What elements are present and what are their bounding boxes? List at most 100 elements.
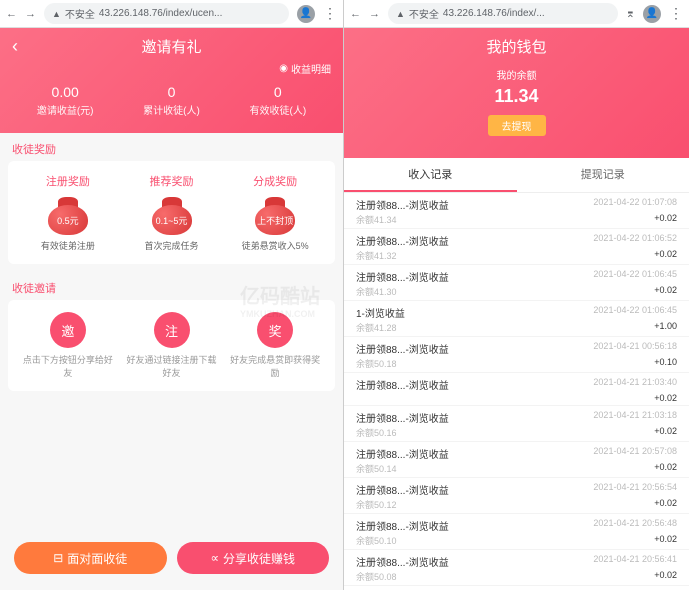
reward-title: 注册奖励 [16,173,120,189]
record-title: 注册领88...-浏览收益 [356,197,449,212]
step-desc: 好友完成悬赏即获得奖励 [227,354,323,379]
translate-icon[interactable]: ⌆ [626,7,635,20]
record-title: 注册领88...-浏览收益 [356,446,449,461]
page-title: 我的钱包 [376,36,657,57]
stat-valid: 0 有效收徒(人) [225,84,331,117]
browser-bar: ← → ▲ 不安全 43.226.148.76/index/... ⌆ 👤 ⋮ [344,0,689,28]
menu-icon[interactable]: ⋮ [669,5,683,22]
record-title: 注册领88...-浏览收益 [356,554,449,569]
record-amount: +0.02 [654,498,677,511]
record-sub: 余额50.16 [356,426,397,439]
money-bag-icon: 0.1~5元 [148,195,196,235]
record-title: 1-浏览收益 [356,305,405,320]
invite-header: ‹ 邀请有礼 ◉ 收益明细 0.00 邀请收益(元) 0 累计收徒(人) 0 有… [0,28,343,133]
record-amount: +0.02 [654,393,677,403]
record-sub: 余额50.10 [356,534,397,547]
record-sub: 余额41.28 [356,321,397,334]
record-item[interactable]: 注册领88...-浏览收益2021-04-22 01:07:08余额41.34+… [344,193,689,229]
reward-item: 分成奖励上不封顶徒弟悬赏收入5% [223,173,327,252]
insecure-label: 不安全 [65,6,95,21]
left-phone: ← → ▲ 不安全 43.226.148.76/index/ucen... 👤 … [0,0,344,590]
record-time: 2021-04-21 20:56:41 [593,554,677,569]
record-item[interactable]: 注册领88...-浏览收益2021-04-21 21:03:18余额50.16+… [344,406,689,442]
record-sub: 余额50.14 [356,462,397,475]
share-icon: ∝ [210,551,219,565]
record-item[interactable]: 注册领88...-浏览收益2021-04-21 20:56:48余额50.10+… [344,514,689,550]
record-amount: +1.00 [654,321,677,334]
record-sub: 余额41.32 [356,249,397,262]
page-back-icon[interactable]: ‹ [12,36,32,57]
menu-icon[interactable]: ⋮ [323,5,337,22]
record-sub: 余额50.18 [356,357,397,370]
tab-withdraw[interactable]: 提现记录 [517,158,689,192]
avatar-icon[interactable]: 👤 [297,5,315,23]
url-text: 43.226.148.76/index/... [443,8,545,19]
invite-card: 邀点击下方按钮分享给好友注好友通过链接注册下载好友奖好友完成悬赏即获得奖励 [8,300,335,391]
tab-income[interactable]: 收入记录 [344,158,517,192]
avatar-icon[interactable]: 👤 [643,5,661,23]
record-amount: +0.10 [654,357,677,370]
face-to-face-button[interactable]: ⊟ 面对面收徒 [14,542,167,574]
withdraw-button[interactable]: 去提现 [488,115,546,136]
record-item[interactable]: 注册领88...-浏览收益 2021-04-21 20:57:08 余额50.14 +… [344,442,689,478]
record-amount: +0.02 [654,534,677,547]
insecure-label: 不安全 [409,6,439,21]
record-amount: +0.02 [654,570,677,583]
record-time: 2021-04-21 20:56:54 [593,482,677,497]
reward-desc: 首次完成任务 [120,239,224,252]
record-amount: +0.02 [654,426,677,439]
record-item[interactable]: 注册领88...-浏览收益2021-04-21 00:56:18余额50.18+… [344,337,689,373]
reward-item: 推荐奖励0.1~5元首次完成任务 [120,173,224,252]
back-arrow[interactable]: ← [6,8,17,20]
record-time: 2021-04-22 01:06:52 [593,233,677,248]
record-list: 注册领88...-浏览收益2021-04-22 01:07:08余额41.34+… [344,193,689,590]
record-item[interactable]: 注册领88...-浏览收益2021-04-21 20:56:34余额50.06+… [344,586,689,590]
reward-card: 注册奖励0.5元有效徒弟注册推荐奖励0.1~5元首次完成任务分成奖励上不封顶徒弟… [8,161,335,264]
balance-value: 11.34 [356,86,677,107]
step-circle: 奖 [257,312,293,348]
url-text: 43.226.148.76/index/ucen... [99,8,222,19]
reward-title: 分成奖励 [223,173,327,189]
reward-desc: 有效徒弟注册 [16,239,120,252]
stat-income: 0.00 邀请收益(元) [12,84,118,117]
insecure-icon: ▲ [396,9,405,19]
scan-icon: ⊟ [53,551,63,565]
record-title: 注册领88...-浏览收益 [356,269,449,284]
stat-total: 0 累计收徒(人) [118,84,224,117]
back-arrow[interactable]: ← [350,8,361,20]
url-box[interactable]: ▲ 不安全 43.226.148.76/index/... [388,3,618,24]
record-time: 2021-04-21 21:03:40 [593,377,677,392]
record-sub: 余额41.30 [356,285,397,298]
url-box[interactable]: ▲ 不安全 43.226.148.76/index/ucen... [44,3,289,24]
record-item[interactable]: 注册领88...-浏览收益2021-04-22 01:06:52余额41.32+… [344,229,689,265]
reward-item: 注册奖励 0.5元有效徒弟注册 [16,173,120,252]
income-detail-link[interactable]: ◉ 收益明细 [12,61,331,76]
money-bag-icon: 0.5元 [44,195,92,235]
record-time: 2021-04-21 20:57:08 [593,446,677,461]
record-item[interactable]: 注册领88...-浏览收益2021-04-21 20:56:54余额50.12+… [344,478,689,514]
balance-label: 我的余额 [356,67,677,82]
step-circle: 邀 [50,312,86,348]
record-sub: 余额50.08 [356,570,397,583]
forward-arrow[interactable]: → [25,8,36,20]
invite-step: 奖好友完成悬赏即获得奖励 [223,312,327,379]
record-time: 2021-04-22 01:06:45 [593,305,677,320]
step-circle: 注 [154,312,190,348]
share-button[interactable]: ∝ 分享收徒赚钱 [177,542,330,574]
record-amount: +0.02 [654,213,677,226]
record-item[interactable]: 注册领88...-浏览收益2021-04-21 21:03:40+0.02 [344,373,689,406]
record-amount: +0.02 [654,285,677,298]
record-item[interactable]: 注册领88...-浏览收益 2021-04-22 01:06:45 余额41.30 +… [344,265,689,301]
record-item[interactable]: 1-浏览收益 2021-04-22 01:06:45 余额41.28 +1.00 [344,301,689,337]
section-invite-label: 收徒邀请 [0,272,343,300]
insecure-icon: ▲ [52,9,61,19]
record-title: 注册领88...-浏览收益 [356,410,449,425]
record-sub: 余额50.12 [356,498,397,511]
forward-arrow[interactable]: → [369,8,380,20]
record-item[interactable]: 注册领88...-浏览收益 2021-04-21 20:56:41 余额50.08 +… [344,550,689,586]
record-title: 注册领88...-浏览收益 [356,341,449,356]
record-time: 2021-04-22 01:06:45 [593,269,677,284]
record-amount: +0.02 [654,462,677,475]
invite-step: 注好友通过链接注册下载好友 [120,312,224,379]
right-phone: ← → ▲ 不安全 43.226.148.76/index/... ⌆ 👤 ⋮ … [344,0,689,590]
